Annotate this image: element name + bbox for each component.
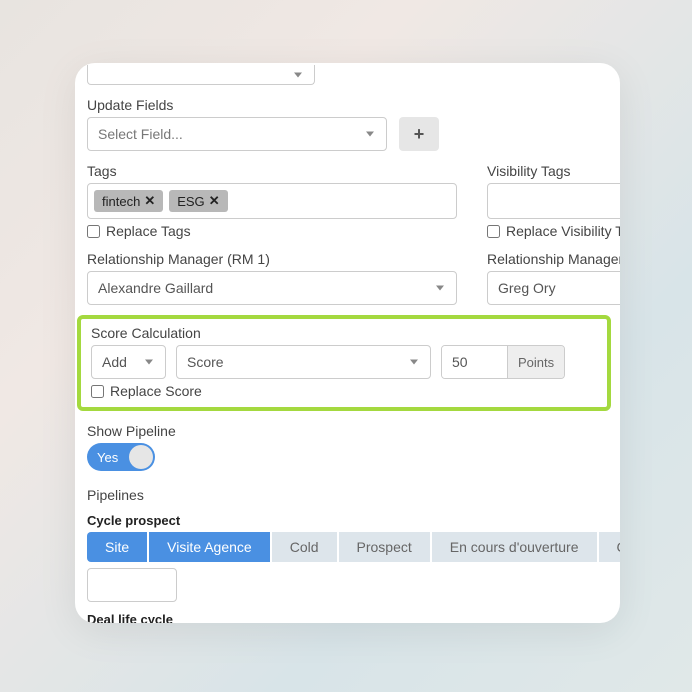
score-label: Score Calculation (91, 325, 597, 341)
rm2-label: Relationship Manager (RM 2) (487, 251, 620, 267)
pipeline-stage[interactable]: Prospect (339, 532, 432, 562)
pipeline-stage[interactable]: Client (599, 532, 620, 562)
score-field-value: Score (187, 354, 224, 370)
replace-visibility-tags-checkbox[interactable] (487, 225, 500, 238)
toggle-knob (129, 445, 153, 469)
score-value-input[interactable] (442, 346, 507, 378)
modal-card: Update Fields Select Field... + Tags fin… (75, 63, 620, 623)
tags-input[interactable]: fintech ✕ ESG ✕ (87, 183, 457, 219)
replace-tags-checkbox[interactable] (87, 225, 100, 238)
show-pipeline-toggle[interactable]: Yes (87, 443, 155, 471)
rm1-value: Alexandre Gaillard (98, 280, 213, 296)
tag-chip-text: ESG (177, 194, 204, 209)
pipeline-stage[interactable]: Site (87, 532, 149, 562)
replace-tags-label: Replace Tags (106, 223, 191, 239)
close-icon[interactable]: ✕ (209, 193, 220, 209)
tag-chip[interactable]: fintech ✕ (94, 190, 163, 212)
toggle-text: Yes (97, 450, 118, 465)
tag-chip[interactable]: ESG ✕ (169, 190, 227, 212)
close-icon[interactable]: ✕ (144, 193, 155, 209)
update-fields-placeholder: Select Field... (98, 126, 183, 142)
score-field-select[interactable]: Score (176, 345, 431, 379)
update-fields-label: Update Fields (87, 97, 620, 113)
top-select[interactable] (87, 65, 315, 85)
pipeline-group1-title: Cycle prospect (87, 513, 620, 528)
replace-score-checkbox[interactable] (91, 385, 104, 398)
tag-chip-text: fintech (102, 194, 140, 209)
rm1-label: Relationship Manager (RM 1) (87, 251, 457, 267)
replace-visibility-tags-label: Replace Visibility Tags (506, 223, 620, 239)
plus-icon: + (414, 124, 425, 145)
add-field-button[interactable]: + (399, 117, 439, 151)
rm1-select[interactable]: Alexandre Gaillard (87, 271, 457, 305)
pipelines-label: Pipelines (87, 487, 620, 503)
tags-label: Tags (87, 163, 457, 179)
score-unit: Points (507, 346, 564, 378)
update-fields-select[interactable]: Select Field... (87, 117, 387, 151)
pipeline-stage[interactable]: Cold (272, 532, 339, 562)
visibility-tags-label: Visibility Tags (487, 163, 620, 179)
visibility-tags-input[interactable] (487, 183, 620, 219)
score-calculation-box: Score Calculation Add Score Points Repla… (77, 315, 611, 411)
score-operation-value: Add (102, 354, 127, 370)
rm2-select[interactable]: Greg Ory (487, 271, 620, 305)
score-points-input-group: Points (441, 345, 565, 379)
score-operation-select[interactable]: Add (91, 345, 166, 379)
replace-score-label: Replace Score (110, 383, 202, 399)
pipeline-extra-slot[interactable] (87, 568, 177, 602)
pipeline-group2-title: Deal life cycle (87, 612, 620, 623)
show-pipeline-label: Show Pipeline (87, 423, 620, 439)
pipeline-group1-stages: Site Visite Agence Cold Prospect En cour… (87, 532, 620, 562)
rm2-value: Greg Ory (498, 280, 556, 296)
pipeline-stage[interactable]: Visite Agence (149, 532, 272, 562)
pipeline-stage[interactable]: En cours d'ouverture (432, 532, 599, 562)
